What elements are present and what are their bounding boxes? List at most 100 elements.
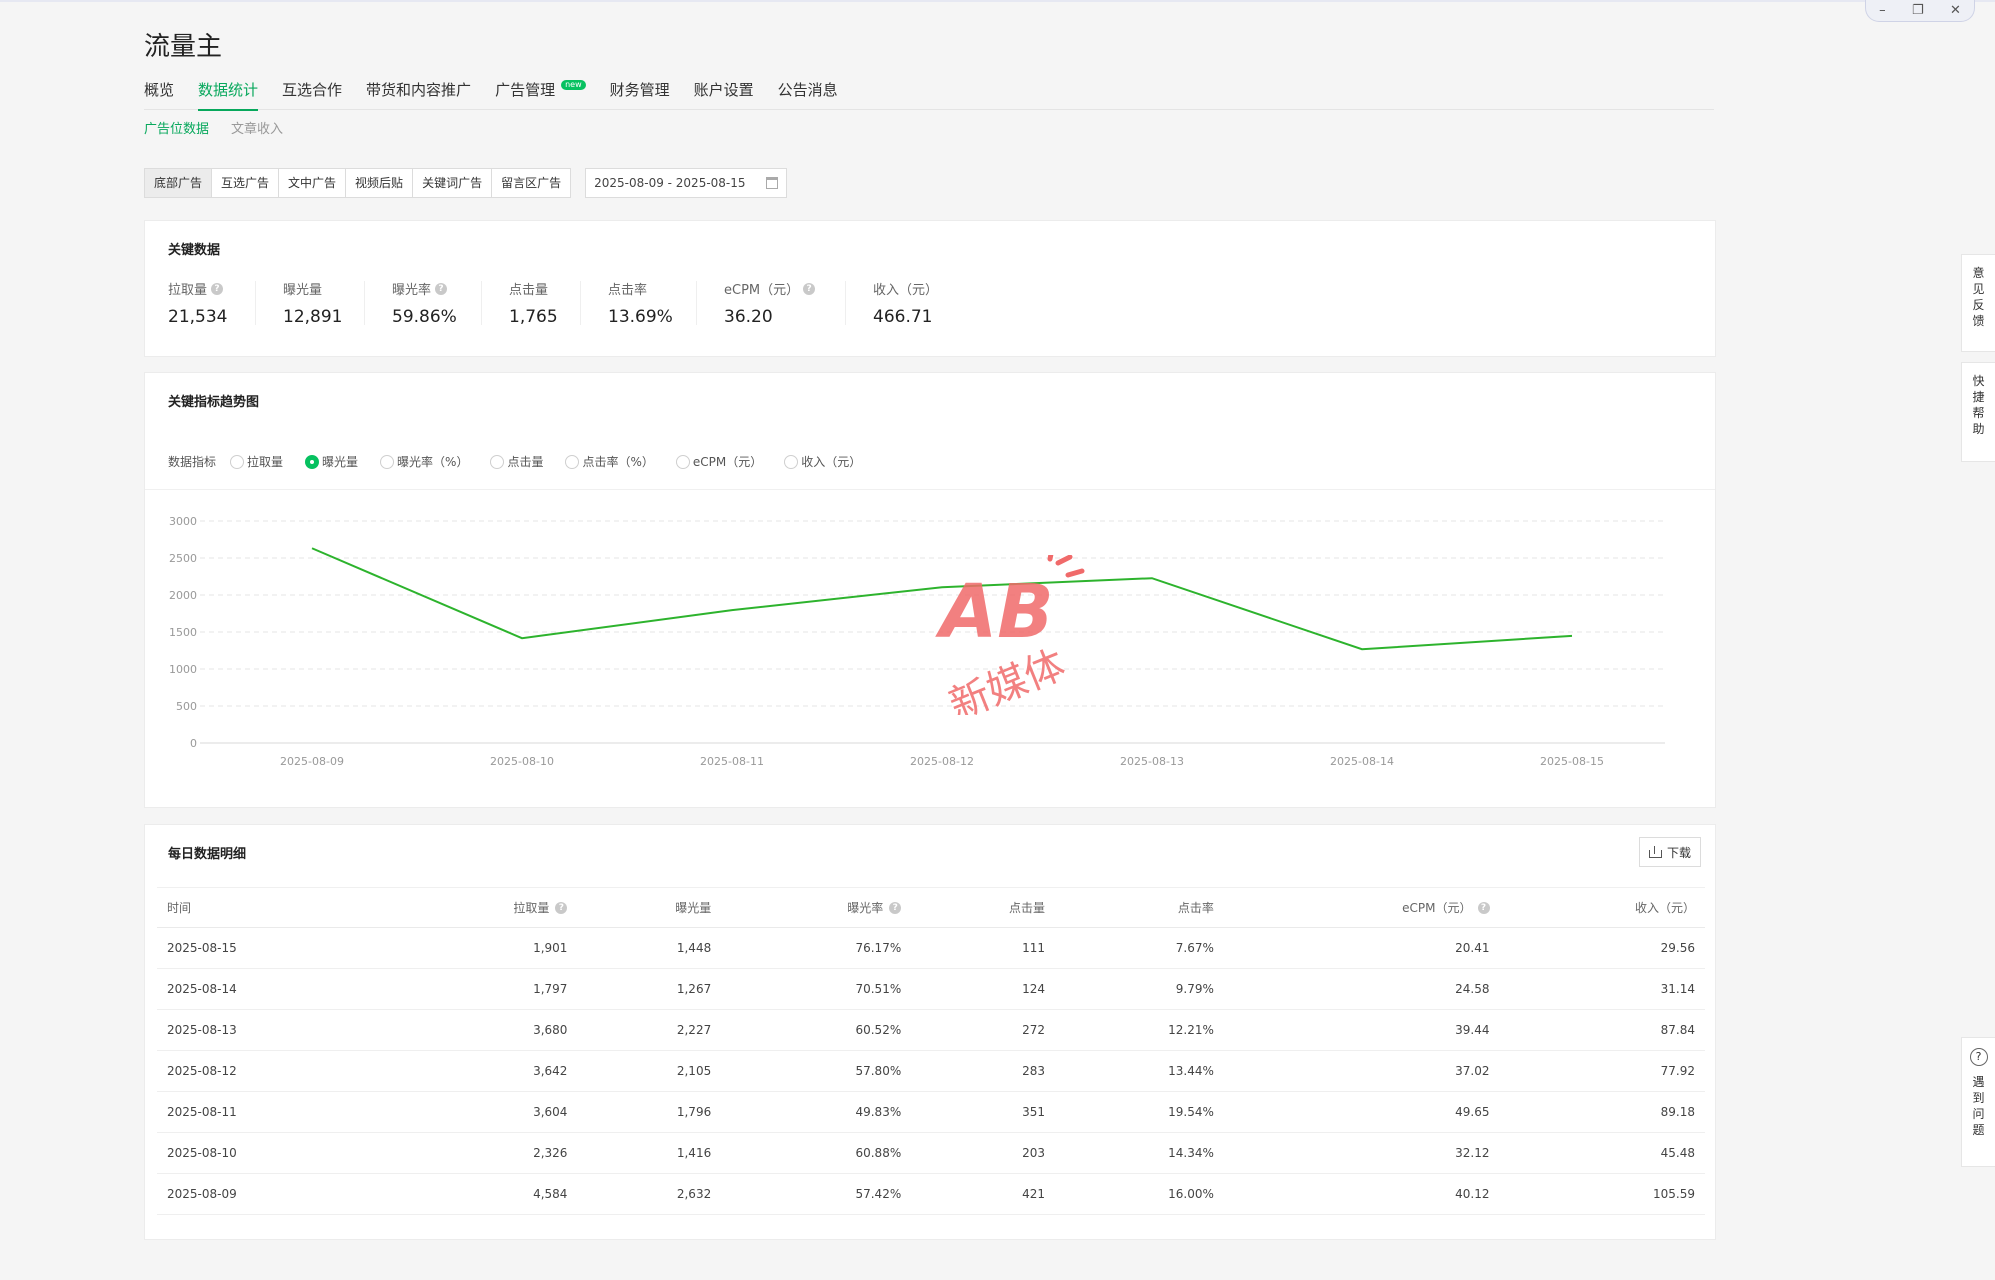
quick-help-side-tab[interactable]: 快捷帮助 — [1961, 362, 1995, 462]
tab-label: 互选合作 — [282, 81, 343, 99]
maximize-icon[interactable]: ❐ — [1912, 3, 1924, 18]
table-cell: 351 — [911, 1091, 1056, 1133]
minimize-icon[interactable]: – — [1879, 3, 1886, 18]
ad-type-option[interactable]: 互选广告 — [212, 169, 280, 197]
sub-tab-0[interactable]: 广告位数据 — [144, 118, 209, 137]
table-cell: 2025-08-15 — [157, 927, 388, 969]
radio-icon[interactable] — [784, 454, 799, 469]
ad-type-option[interactable]: 关键词广告 — [413, 169, 493, 197]
download-label: 下载 — [1666, 845, 1691, 860]
table-cell: 60.52% — [721, 1009, 912, 1051]
table-header-row: 时间 拉取量? 曝光量 曝光率? 点击量 点击率 eCPM（元）? 收入（元） — [157, 887, 1705, 928]
kpi-separator — [845, 281, 846, 325]
tab-0[interactable]: 概览 — [144, 78, 174, 110]
metric-option-label: 曝光量 — [322, 455, 359, 469]
data-point[interactable] — [519, 635, 525, 641]
radio-icon[interactable] — [230, 454, 245, 469]
ad-type-option[interactable]: 留言区广告 — [492, 169, 570, 197]
tab-4[interactable]: 广告管理 new — [495, 78, 586, 110]
app-title: 流量主 — [144, 32, 223, 62]
y-tick-label: 2500 — [169, 552, 197, 565]
download-button[interactable]: 下载 — [1638, 837, 1701, 867]
table-cell: 12.21% — [1055, 1009, 1224, 1051]
table-cell: 2,632 — [577, 1173, 722, 1215]
metric-option-label: 点击率（%） — [582, 455, 654, 469]
side-tab-char: 见 — [1972, 282, 1985, 296]
date-range-picker[interactable]: 2025-08-09 - 2025-08-15 — [585, 168, 788, 198]
column-header-inner: 收入（元） — [1635, 899, 1695, 916]
metric-option[interactable]: eCPM（元） — [675, 453, 763, 470]
trend-card: 关键指标趋势图 数据指标 拉取量 曝光量 曝光率（%） 点击量 点击率（%） eCPM（元… — [144, 372, 1716, 808]
kpi-item: 收入（元） 466.71 — [873, 279, 938, 327]
table-cell: 77.92 — [1499, 1050, 1705, 1092]
metric-option[interactable]: 点击率（%） — [565, 453, 654, 470]
help-icon[interactable]: ? — [555, 901, 568, 914]
metric-option[interactable]: 曝光率（%） — [380, 453, 468, 470]
metric-option[interactable]: 收入（元） — [784, 453, 861, 470]
help-icon[interactable]: ? — [211, 282, 224, 295]
table-cell: 31.14 — [1499, 968, 1705, 1010]
metric-option-label: eCPM（元） — [692, 455, 763, 469]
tab-7[interactable]: 公告消息 — [778, 78, 838, 110]
kpi-item: eCPM（元）? 36.20 — [724, 279, 816, 327]
tab-2[interactable]: 互选合作 — [282, 78, 342, 110]
radio-icon[interactable] — [305, 454, 320, 469]
tab-1[interactable]: 数据统计 — [198, 78, 259, 111]
ad-type-option[interactable]: 底部广告 — [145, 169, 213, 197]
table-row: 2025-08-15 1,901 1,448 76.17% 111 7.67% 20.41 2… — [157, 927, 1705, 969]
side-tab-char: 到 — [1972, 1091, 1985, 1105]
kpi-separator — [696, 281, 697, 325]
help-icon[interactable]: ? — [1477, 901, 1490, 914]
data-point[interactable] — [939, 584, 945, 590]
radio-icon[interactable] — [565, 454, 580, 469]
tab-5[interactable]: 财务管理 — [610, 78, 670, 110]
table-row: 2025-08-10 2,326 1,416 60.88% 203 14.34% 32.12… — [157, 1132, 1705, 1174]
kpi-item: 点击率 13.69% — [608, 279, 673, 327]
metric-option[interactable]: 拉取量 — [230, 453, 283, 470]
metric-option[interactable]: 曝光量 — [305, 453, 358, 470]
feedback-side-tab[interactable]: 意见反馈 — [1961, 254, 1995, 352]
table-cell: 272 — [911, 1009, 1056, 1051]
kpi-separator — [255, 281, 256, 325]
tab-6[interactable]: 账户设置 — [694, 78, 754, 110]
data-point[interactable] — [309, 545, 315, 551]
sub-tab-1[interactable]: 文章收入 — [231, 118, 283, 137]
help-icon[interactable]: ? — [889, 901, 902, 914]
help-icon[interactable]: ? — [435, 282, 448, 295]
table-cell: 70.51% — [721, 968, 912, 1010]
table-cell: 3,680 — [387, 1009, 578, 1051]
download-icon — [1648, 846, 1662, 858]
table-cell: 57.80% — [721, 1050, 912, 1092]
y-tick-label: 0 — [190, 737, 197, 750]
metric-option-label: 拉取量 — [247, 455, 284, 469]
tab-3[interactable]: 带货和内容推广 — [366, 78, 471, 110]
ad-type-option[interactable]: 视频后贴 — [346, 169, 414, 197]
side-tab-char: 题 — [1972, 1123, 1985, 1137]
side-tab-char: 遇 — [1972, 1075, 1985, 1089]
radio-icon[interactable] — [490, 454, 505, 469]
tab-label: 账户设置 — [693, 81, 754, 99]
metric-option[interactable]: 点击量 — [490, 453, 543, 470]
data-point[interactable] — [729, 607, 735, 613]
help-icon[interactable]: ? — [803, 282, 816, 295]
data-point[interactable] — [1569, 633, 1575, 639]
table-cell: 19.54% — [1055, 1091, 1224, 1133]
radio-icon[interactable] — [380, 454, 395, 469]
x-tick-label: 2025-08-12 — [910, 755, 974, 768]
kpi-item: 点击量 1,765 — [509, 279, 558, 327]
table-cell: 87.84 — [1499, 1009, 1705, 1051]
problem-side-tab[interactable]: ? 遇到问题 — [1961, 1037, 1995, 1167]
table-cell: 2025-08-13 — [157, 1009, 388, 1051]
close-icon[interactable]: ✕ — [1950, 3, 1961, 18]
data-point[interactable] — [1359, 646, 1365, 652]
table-cell: 2,227 — [577, 1009, 722, 1051]
ad-type-option[interactable]: 文中广告 — [279, 169, 347, 197]
data-point[interactable] — [1149, 575, 1155, 581]
column-header: 拉取量? — [387, 888, 577, 928]
side-tab-char: 帮 — [1972, 406, 1985, 420]
table-cell: 3,604 — [387, 1091, 578, 1133]
table-cell: 1,448 — [577, 927, 722, 969]
radio-icon[interactable] — [675, 454, 690, 469]
tab-label: 概览 — [144, 81, 175, 99]
ad-type-segmented-control: 底部广告 互选广告 文中广告 视频后贴 关键词广告 留言区广告 — [144, 168, 572, 198]
